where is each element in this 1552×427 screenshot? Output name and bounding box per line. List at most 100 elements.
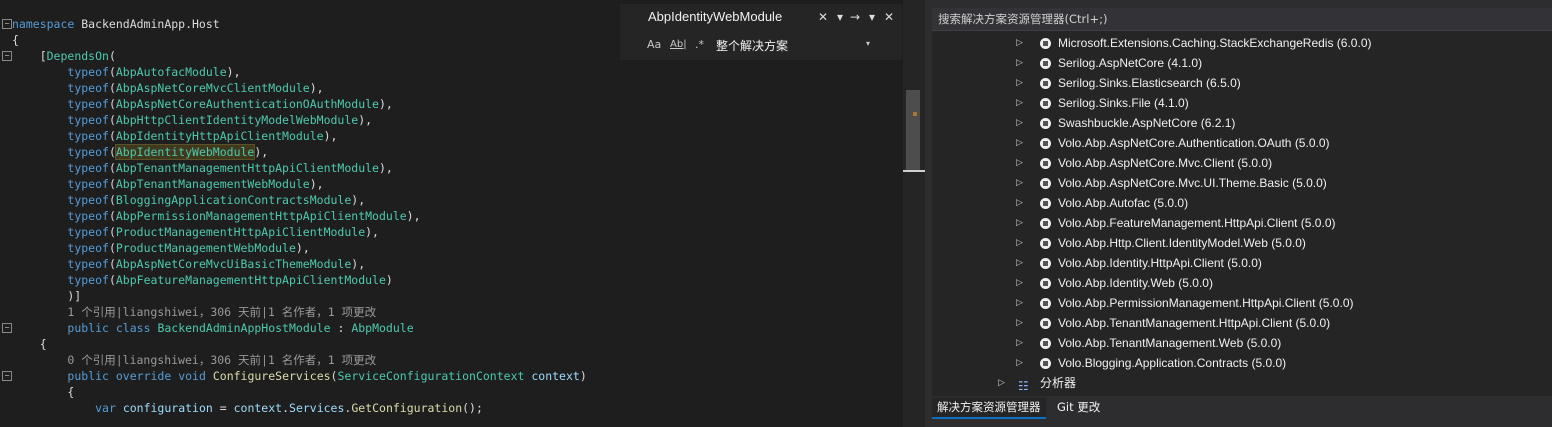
code-line: typeof(AbpAspNetCoreAuthenticationOAuthM…: [12, 96, 903, 112]
expand-arrow-icon[interactable]: ▷: [1016, 153, 1023, 173]
tree-item-label: Volo.Abp.Http.Client.IdentityModel.Web (…: [1058, 236, 1306, 250]
code-token: Services: [289, 401, 345, 415]
regex-toggle[interactable]: .*: [695, 37, 704, 53]
tree-item-package[interactable]: ▷ Volo.Abp.Autofac (5.0.0): [932, 193, 1552, 213]
tree-item-package[interactable]: ▷ Swashbuckle.AspNetCore (6.2.1): [932, 113, 1552, 133]
editor-vertical-scrollbar[interactable]: [903, 0, 925, 427]
tree-item-package[interactable]: ▷ Volo.Abp.AspNetCore.Authentication.OAut…: [932, 133, 1552, 153]
find-next-dropdown-icon[interactable]: ▾: [866, 9, 878, 25]
panel-splitter[interactable]: [925, 0, 932, 427]
code-token: ),: [365, 225, 379, 239]
scope-dropdown-icon[interactable]: ▾: [866, 39, 870, 48]
find-scope-select[interactable]: 整个解决方案: [716, 37, 788, 54]
find-history-dropdown-icon[interactable]: ▾: [834, 9, 846, 25]
expand-arrow-icon[interactable]: ▷: [1016, 93, 1023, 113]
expand-arrow-icon[interactable]: ▷: [1016, 213, 1023, 233]
expand-arrow-icon[interactable]: ▷: [998, 373, 1005, 393]
expand-arrow-icon[interactable]: ▷: [1016, 73, 1023, 93]
code-token: class: [115, 321, 151, 335]
code-line: typeof(AbpAspNetCoreMvcClientModule),: [12, 80, 903, 96]
tree-item-package[interactable]: ▷ Volo.Abp.FeatureManagement.HttpApi.Clie…: [932, 213, 1552, 233]
tree-item-label: Swashbuckle.AspNetCore (6.2.1): [1058, 116, 1236, 130]
tree-item-package[interactable]: ▷ Volo.Abp.Identity.Web (5.0.0): [932, 273, 1552, 293]
code-line: typeof(AbpTenantManagementWebModule),: [12, 176, 903, 192]
code-token: typeof: [67, 161, 109, 175]
expand-arrow-icon[interactable]: ▷: [1016, 333, 1023, 353]
find-input[interactable]: AbpIdentityWebModule: [648, 8, 830, 26]
expand-arrow-icon[interactable]: ▷: [1016, 253, 1023, 273]
tree-item-package[interactable]: ▷ Volo.Blogging.Application.Contracts (5.…: [932, 353, 1552, 373]
solution-explorer-search[interactable]: 搜索解决方案资源管理器(Ctrl+;): [932, 8, 1552, 31]
tree-item-package[interactable]: ▷ Volo.Abp.Identity.HttpApi.Client (5.0.0…: [932, 253, 1552, 273]
code-token: typeof: [67, 177, 109, 191]
expand-arrow-icon[interactable]: ▷: [1016, 353, 1023, 373]
code-line: typeof(AbpPermissionManagementHttpApiCli…: [12, 208, 903, 224]
find-close-search-icon[interactable]: ✕: [816, 9, 830, 25]
code-line: typeof(AbpTenantManagementHttpApiClientM…: [12, 160, 903, 176]
tree-item-label: Volo.Abp.AspNetCore.Mvc.Client (5.0.0): [1058, 156, 1273, 170]
nuget-package-icon: [1040, 98, 1051, 109]
tree-item-package[interactable]: ▷ Volo.Abp.TenantManagement.HttpApi.Clien…: [932, 313, 1552, 333]
fold-toggle-icon[interactable]: −: [2, 19, 12, 29]
code-token: ),: [309, 81, 324, 95]
code-line: public override void ConfigureServices(S…: [12, 368, 903, 384]
expand-arrow-icon[interactable]: ▷: [1016, 233, 1023, 253]
code-token: {: [12, 337, 47, 351]
nuget-package-icon: [1040, 78, 1051, 89]
expand-arrow-icon[interactable]: ▷: [1016, 273, 1023, 293]
tree-item-package[interactable]: ▷ Serilog.AspNetCore (4.1.0): [932, 53, 1552, 73]
expand-arrow-icon[interactable]: ▷: [1016, 133, 1023, 153]
expand-arrow-icon[interactable]: ▷: [1016, 113, 1023, 133]
expand-arrow-icon[interactable]: ▷: [1016, 173, 1023, 193]
code-token: ),: [406, 209, 421, 223]
find-row: AbpIdentityWebModule ▾ ✕ → ▾ ✕: [620, 4, 902, 30]
find-close-icon[interactable]: ✕: [882, 9, 896, 25]
tree-item-label: 分析器: [1040, 376, 1077, 390]
code-token: BackendAdminAppHostModule: [157, 321, 331, 335]
match-case-toggle[interactable]: Aa: [647, 37, 661, 53]
tree-item-package[interactable]: ▷ Volo.Abp.AspNetCore.Mvc.Client (5.0.0): [932, 153, 1552, 173]
tree-item-package[interactable]: ▷ Serilog.Sinks.Elasticsearch (6.5.0): [932, 73, 1552, 93]
fold-toggle-icon[interactable]: −: [2, 371, 12, 381]
code-token: override: [115, 369, 172, 383]
whole-word-toggle[interactable]: Ab|: [670, 37, 687, 53]
expand-arrow-icon[interactable]: ▷: [1016, 313, 1023, 333]
code-token: AbpIdentityWebModule: [114, 144, 256, 160]
tree-item-package[interactable]: ▷ Microsoft.Extensions.Caching.StackExcha…: [932, 33, 1552, 53]
expand-arrow-icon[interactable]: ▷: [1016, 293, 1023, 313]
tree-item-package[interactable]: ▷ Volo.Abp.Http.Client.IdentityModel.Web …: [932, 233, 1552, 253]
code-token: ),: [295, 241, 310, 255]
tree-item-package[interactable]: ▷ Volo.Abp.PermissionManagement.HttpApi.C…: [932, 293, 1552, 313]
tree-item-analyzers[interactable]: ▷ ☷ 分析器: [932, 373, 1552, 393]
code-token: context: [233, 401, 283, 415]
tree-item-label: Volo.Abp.Autofac (5.0.0): [1058, 196, 1189, 210]
analyzer-icon: ☷: [1018, 379, 1029, 393]
tab-git-changes[interactable]: Git 更改: [1052, 398, 1105, 417]
expand-arrow-icon[interactable]: ▷: [1016, 53, 1023, 73]
code-token: (: [108, 97, 116, 111]
fold-toggle-icon[interactable]: −: [2, 51, 12, 61]
code-token: typeof: [67, 129, 109, 143]
tree-item-package[interactable]: ▷ Volo.Abp.AspNetCore.Mvc.UI.Theme.Basic …: [932, 173, 1552, 193]
code-token: (: [108, 257, 116, 271]
find-next-icon[interactable]: →: [848, 9, 862, 25]
expand-arrow-icon[interactable]: ▷: [1016, 193, 1023, 213]
tree-item-package[interactable]: ▷ Serilog.Sinks.File (4.1.0): [932, 93, 1552, 113]
code-token: (: [108, 49, 116, 63]
tab-solution-explorer[interactable]: 解决方案资源管理器: [932, 398, 1046, 419]
fold-toggle-icon[interactable]: −: [2, 323, 12, 333]
tree-item-package[interactable]: ▷ Volo.Abp.TenantManagement.Web (5.0.0): [932, 333, 1552, 353]
scrollbar-thumb[interactable]: [906, 90, 920, 172]
code-editor[interactable]: namespace BackendAdminApp.Host { [Depends…: [0, 0, 903, 427]
expand-arrow-icon[interactable]: ▷: [1016, 33, 1023, 53]
nuget-package-icon: [1040, 178, 1051, 189]
find-options-row: Aa Ab| .* 整个解决方案 ▾: [620, 32, 902, 58]
code-token: configuration: [122, 401, 213, 415]
